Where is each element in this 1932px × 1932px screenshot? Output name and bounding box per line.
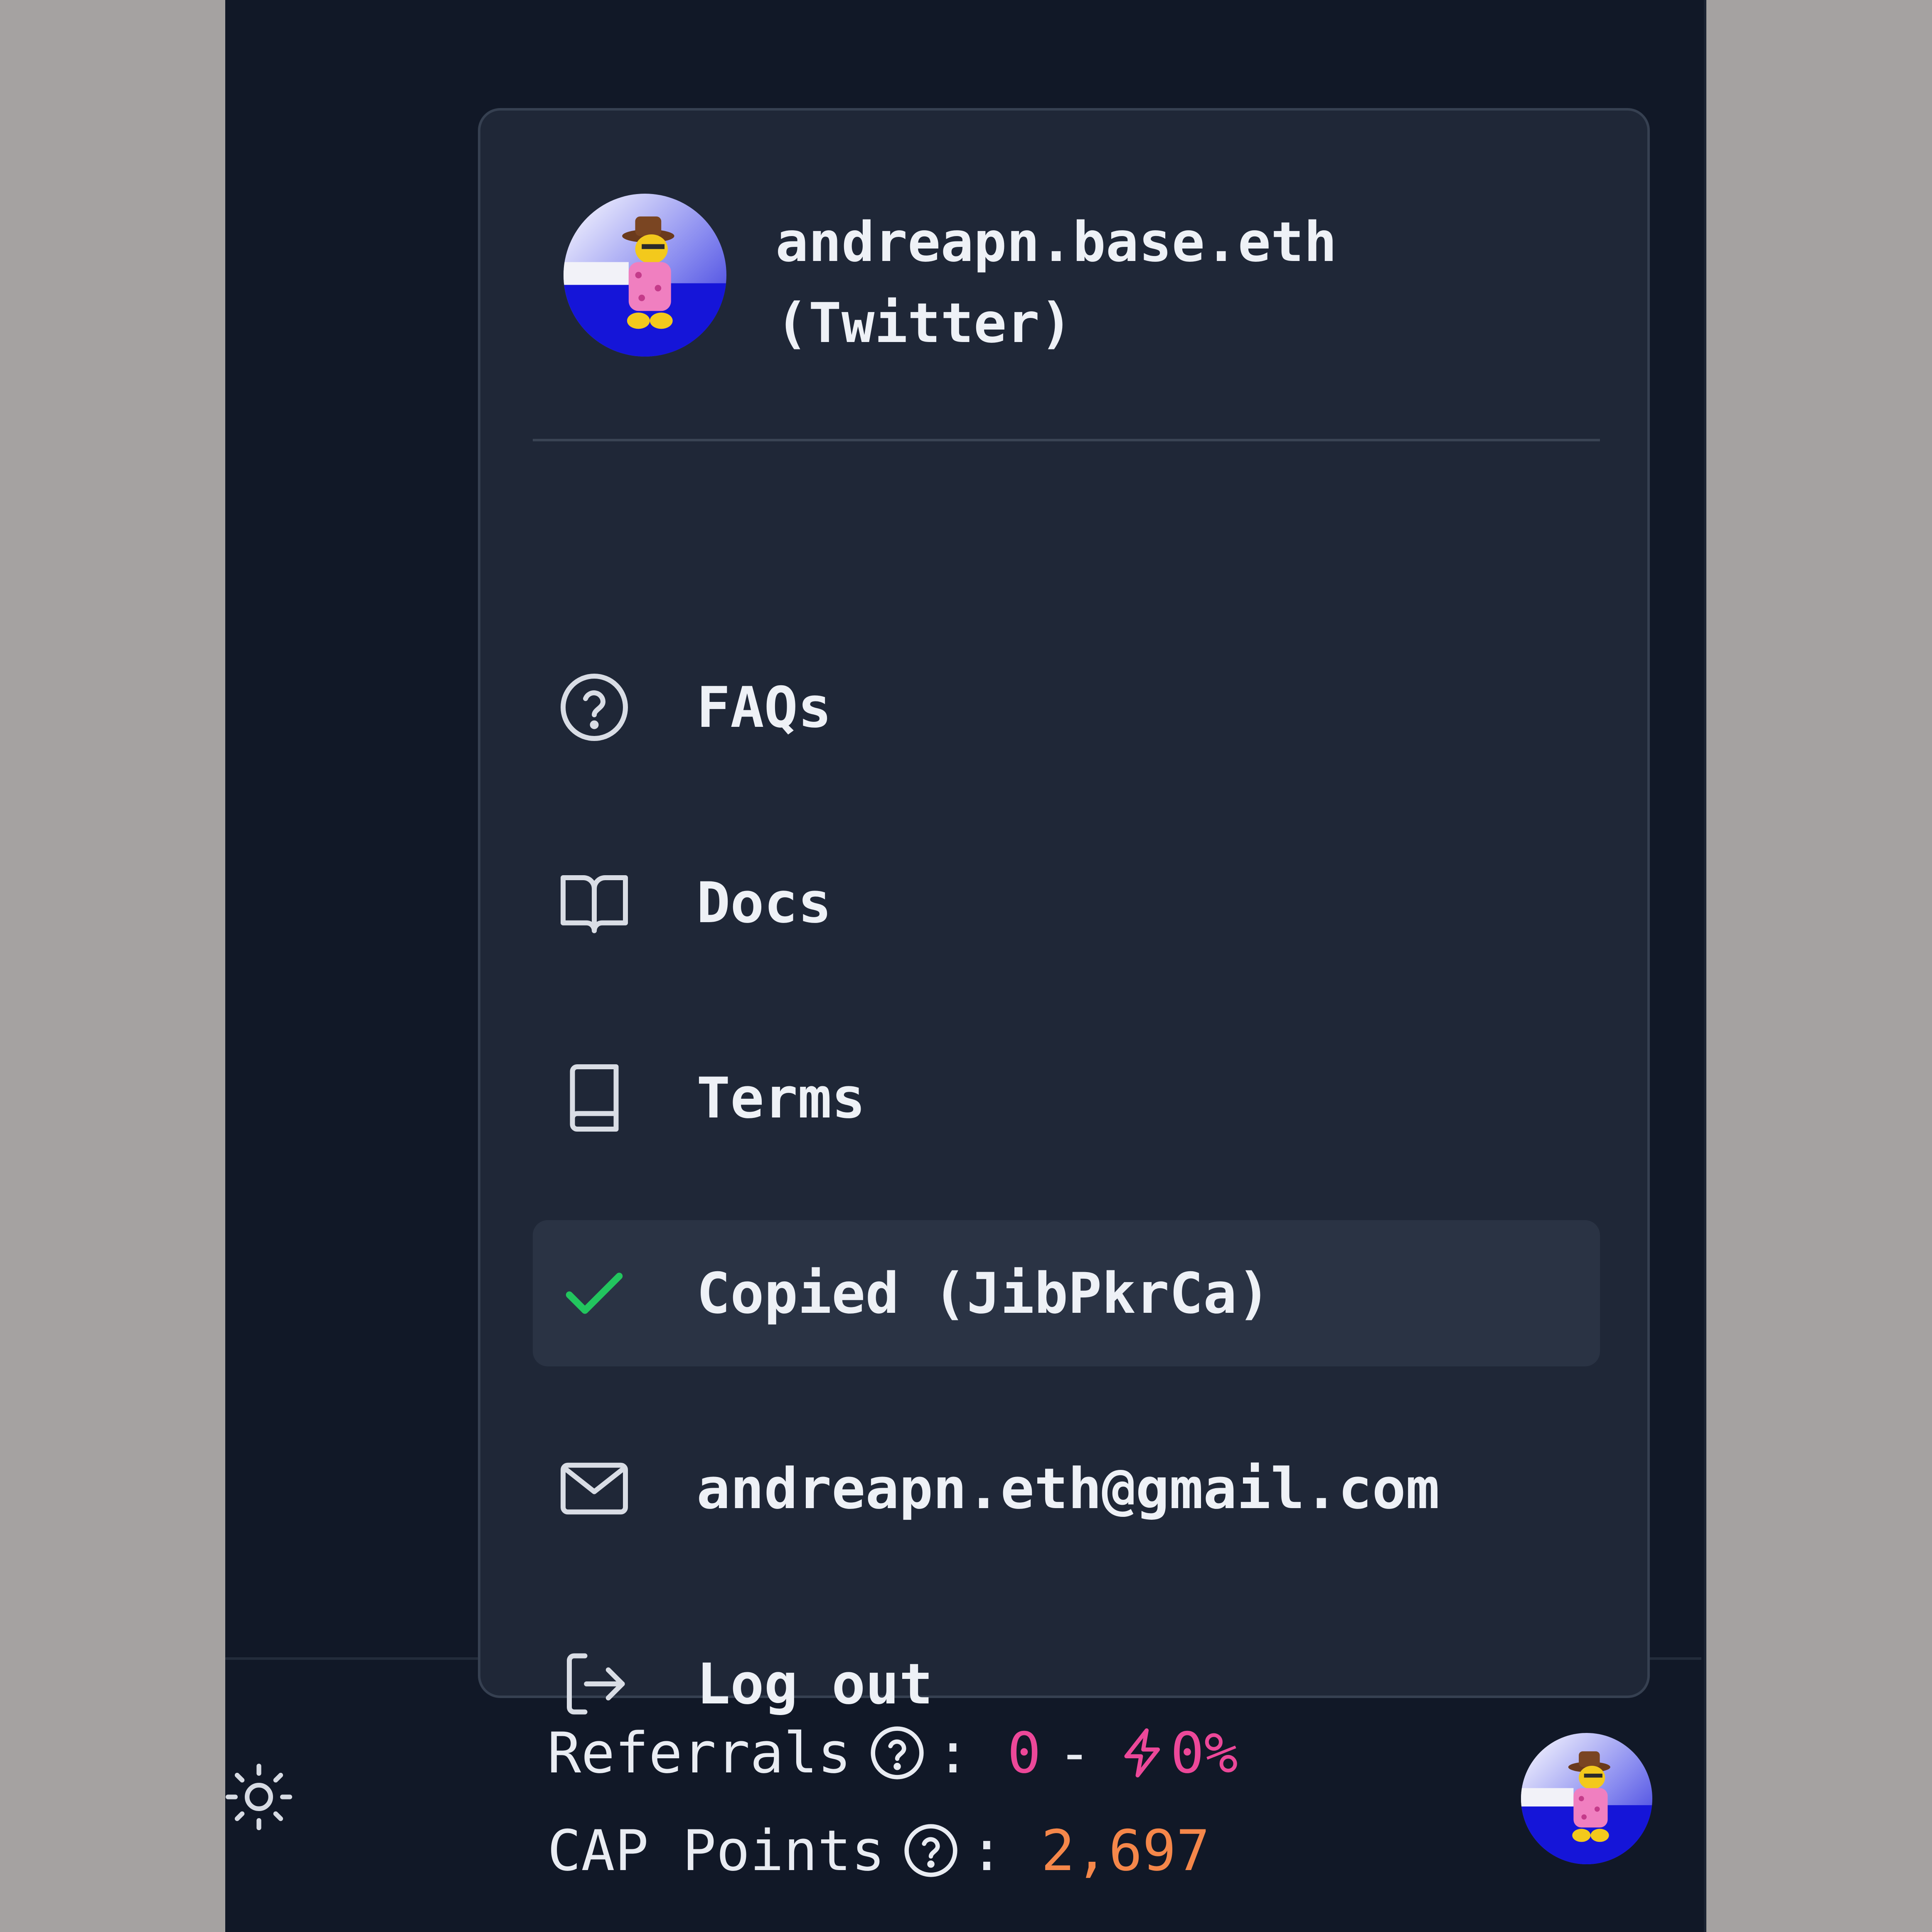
menu-avatar (564, 194, 726, 357)
menu-item-terms[interactable]: Terms (533, 1025, 1600, 1171)
menu-item-faqs[interactable]: FAQs (533, 634, 1600, 780)
open-book-icon (557, 865, 632, 940)
sun-icon (224, 1762, 294, 1834)
mail-icon (557, 1451, 632, 1526)
cap-points-help-icon[interactable] (902, 1821, 960, 1880)
menu-item-email[interactable]: andreapn.eth@gmail.com (533, 1415, 1600, 1562)
avatar-image (564, 194, 726, 357)
menu-item-label: Copied (JibPkrCa) (697, 1260, 1271, 1326)
cap-points-colon: : (970, 1818, 1004, 1883)
theme-toggle-button[interactable] (224, 1762, 294, 1834)
account-dropdown-menu: andreapn.base.eth (Twitter) FAQs Docs Te… (478, 108, 1650, 1715)
logout-icon (557, 1647, 632, 1721)
menu-item-label: Terms (697, 1065, 866, 1131)
menu-item-copy-referral[interactable]: Copied (JibPkrCa) (533, 1220, 1600, 1366)
menu-item-docs[interactable]: Docs (533, 829, 1600, 976)
cap-points-stat: CAP Points : 2,697 (547, 1821, 1210, 1880)
menu-item-label: Log out (697, 1651, 933, 1717)
help-circle-icon (557, 670, 632, 745)
cap-points-value: 2,697 (1041, 1818, 1210, 1883)
menu-divider (533, 439, 1600, 441)
menu-item-label: Docs (697, 870, 832, 935)
menu-item-label: FAQs (697, 674, 832, 740)
book-icon (557, 1061, 632, 1135)
cap-points-label: CAP Points (547, 1818, 885, 1883)
menu-item-logout[interactable]: Log out (533, 1611, 1600, 1757)
account-username: andreapn.base.eth (Twitter) (775, 210, 1337, 355)
menu-item-label: andreapn.eth@gmail.com (697, 1456, 1440, 1521)
check-icon (557, 1256, 632, 1331)
